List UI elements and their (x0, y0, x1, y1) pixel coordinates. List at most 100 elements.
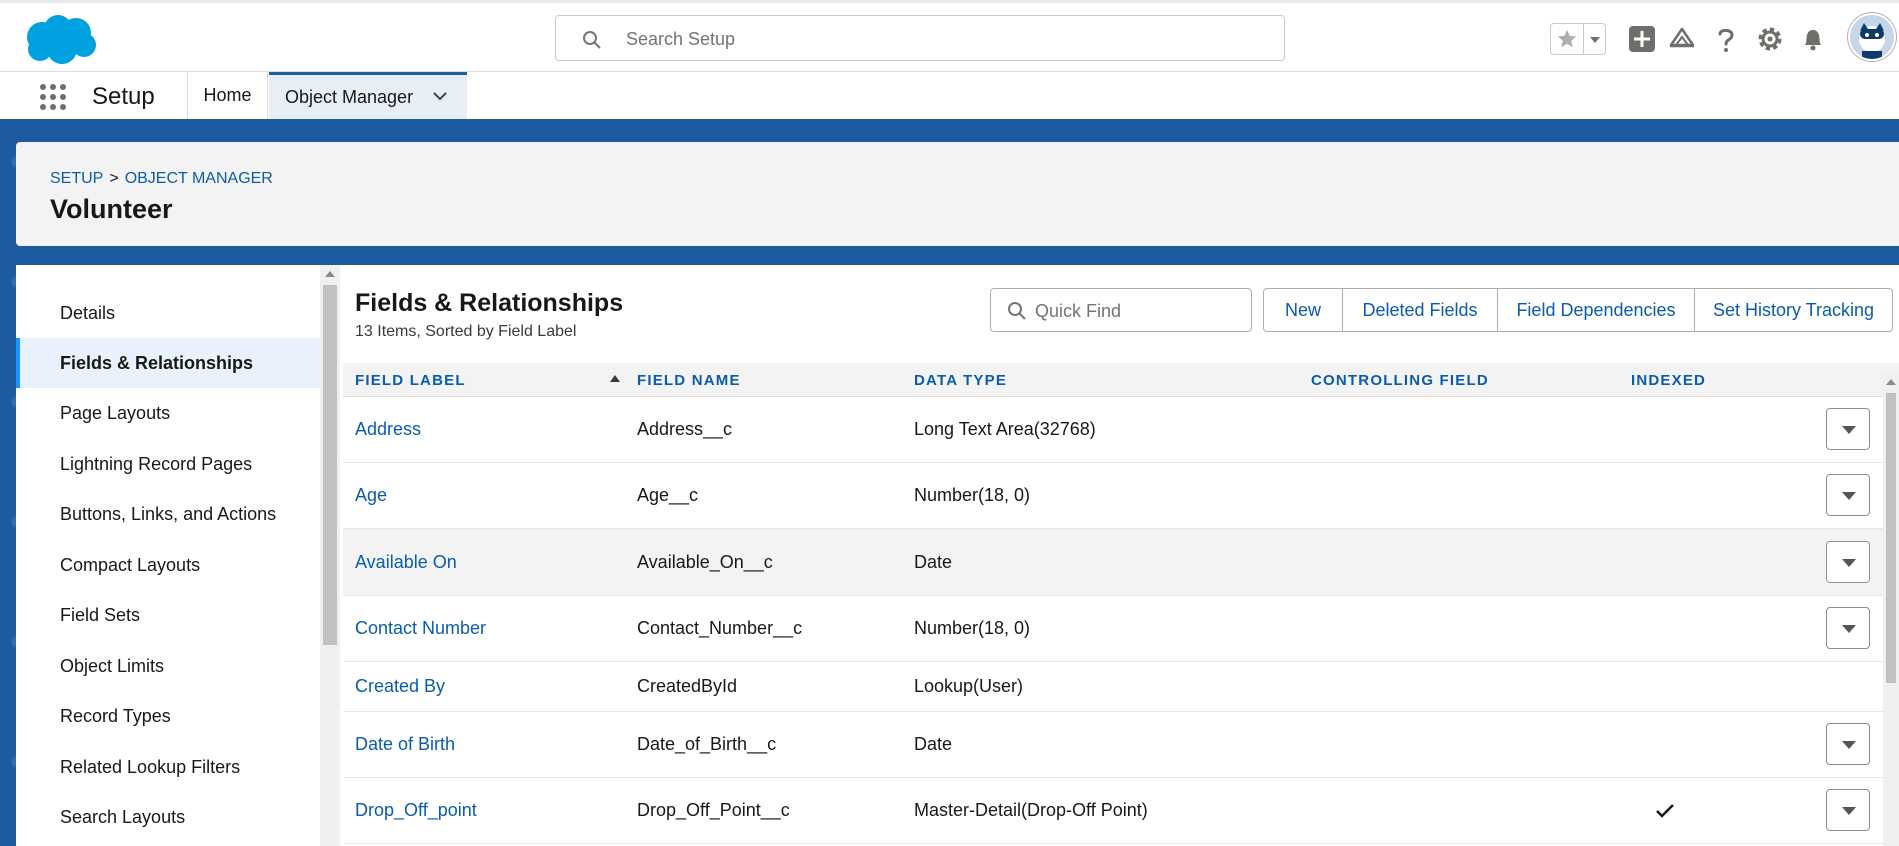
notifications-bell-icon[interactable] (1799, 25, 1827, 53)
table-row: Drop_Off_point Drop_Off_Point__c Master-… (343, 778, 1899, 844)
data-type-cell: Date (914, 734, 953, 754)
row-actions-button[interactable] (1826, 408, 1870, 450)
favorites-dropdown-icon[interactable] (1583, 24, 1605, 54)
table-scrollbar[interactable] (1883, 373, 1899, 846)
field-name-cell: Date_of_Birth__c (637, 734, 777, 754)
field-label-link[interactable]: Created By (355, 676, 445, 697)
chevron-down-icon (1842, 426, 1856, 434)
table-header: FIELD LABEL FIELD NAME DATA TYPE CONTROL… (343, 363, 1899, 397)
deleted-fields-button[interactable]: Deleted Fields (1343, 288, 1498, 332)
scroll-up-arrow-icon[interactable] (1886, 379, 1896, 385)
data-type-cell: Date (914, 552, 953, 572)
trailhead-icon[interactable] (1668, 25, 1696, 53)
field-label-link[interactable]: Address (355, 419, 421, 440)
fields-relationships-panel: Fields & Relationships 13 Items, Sorted … (343, 265, 1899, 846)
field-name-cell: CreatedById (637, 676, 738, 696)
chevron-down-icon (1842, 492, 1856, 500)
object-detail-content: Details Fields & Relationships Page Layo… (16, 265, 1899, 846)
sidebar-item-lightning-record-pages[interactable]: Lightning Record Pages (16, 439, 320, 489)
search-icon (1008, 302, 1026, 320)
field-label-link[interactable]: Age (355, 485, 387, 506)
page-title: Volunteer (50, 194, 173, 224)
sidebar-scrollbar[interactable] (320, 265, 340, 846)
help-icon[interactable] (1712, 25, 1740, 53)
sidebar-item-fields-relationships[interactable]: Fields & Relationships (16, 338, 320, 388)
global-header: Search Setup (0, 0, 1899, 72)
sidebar-item-buttons-links-actions[interactable]: Buttons, Links, and Actions (16, 489, 320, 539)
nav-tab-home[interactable]: Home (188, 72, 268, 119)
nav-tab-object-manager[interactable]: Object Manager (269, 72, 467, 119)
column-header-field-label[interactable]: FIELD LABEL (355, 372, 466, 389)
field-label-link[interactable]: Date of Birth (355, 734, 455, 755)
data-type-cell: Number(18, 0) (914, 485, 1031, 505)
chevron-down-icon (1842, 559, 1856, 567)
search-setup-field[interactable]: Search Setup (555, 15, 1285, 61)
favorites-button[interactable] (1550, 23, 1606, 55)
data-type-cell: Long Text Area(32768) (914, 419, 1096, 439)
user-avatar[interactable] (1848, 13, 1896, 61)
salesforce-cloud-logo[interactable] (20, 11, 100, 67)
row-actions-button[interactable] (1826, 541, 1870, 583)
global-actions-plus-icon[interactable] (1628, 25, 1656, 53)
field-label-link[interactable]: Contact Number (355, 618, 486, 639)
table-row: Date of Birth Date_of_Birth__c Date (343, 712, 1899, 778)
app-launcher-icon[interactable] (38, 82, 68, 112)
breadcrumb-separator: > (109, 170, 119, 187)
breadcrumb-object-manager-link[interactable]: OBJECT MANAGER (125, 170, 273, 187)
field-name-cell: Address__c (637, 419, 733, 439)
field-dependencies-button[interactable]: Field Dependencies (1498, 288, 1695, 332)
sidebar-item-compact-layouts[interactable]: Compact Layouts (16, 540, 320, 590)
table-scrollbar-thumb[interactable] (1886, 393, 1896, 683)
scroll-up-arrow-icon[interactable] (325, 271, 335, 277)
table-row: Available On Available_On__c Date (343, 529, 1899, 596)
column-header-controlling-field[interactable]: CONTROLLING FIELD (1311, 372, 1489, 389)
field-name-cell: Age__c (637, 485, 699, 505)
sidebar-item-field-sets[interactable]: Field Sets (16, 590, 320, 640)
field-label-link[interactable]: Drop_Off_point (355, 800, 477, 821)
chevron-down-icon (1842, 741, 1856, 749)
row-actions-button[interactable] (1826, 474, 1870, 516)
sort-ascending-icon[interactable] (610, 375, 620, 382)
column-header-indexed[interactable]: INDEXED (1631, 372, 1706, 389)
column-header-data-type[interactable]: DATA TYPE (914, 372, 1007, 389)
data-type-cell: Lookup(User) (914, 676, 1024, 696)
sidebar-item-record-types[interactable]: Record Types (16, 691, 320, 741)
set-history-tracking-button[interactable]: Set History Tracking (1695, 288, 1893, 332)
table-row: Created By CreatedById Lookup(User) (343, 662, 1899, 712)
chevron-down-icon (1842, 625, 1856, 633)
column-header-field-name[interactable]: FIELD NAME (637, 372, 741, 389)
field-label-link[interactable]: Available On (355, 552, 457, 573)
chevron-down-icon[interactable] (431, 87, 449, 105)
field-name-cell: Drop_Off_Point__c (637, 800, 790, 820)
search-icon (583, 31, 601, 49)
indexed-checkmark-icon (1656, 804, 1674, 818)
breadcrumb-setup-link[interactable]: SETUP (50, 170, 103, 187)
row-actions-button[interactable] (1826, 723, 1870, 765)
search-placeholder: Search Setup (626, 29, 736, 49)
sidebar-item-object-limits[interactable]: Object Limits (16, 641, 320, 691)
breadcrumb: SETUP > OBJECT MANAGER (50, 170, 273, 188)
data-type-cell: Number(18, 0) (914, 618, 1031, 638)
table-row: Age Age__c Number(18, 0) (343, 463, 1899, 529)
app-name: Setup (92, 83, 155, 110)
sidebar-scrollbar-thumb[interactable] (323, 285, 337, 645)
table-row: Address Address__c Long Text Area(32768) (343, 397, 1899, 463)
field-name-cell: Contact_Number__c (637, 618, 803, 638)
star-icon (1557, 29, 1577, 48)
row-actions-button[interactable] (1826, 607, 1870, 649)
sidebar-item-related-lookup-filters[interactable]: Related Lookup Filters (16, 742, 320, 792)
quick-find-input[interactable]: Quick Find (990, 288, 1252, 332)
row-actions-button[interactable] (1826, 789, 1870, 831)
setup-gear-icon[interactable] (1756, 25, 1784, 53)
chevron-down-icon (1842, 807, 1856, 815)
sidebar-item-search-layouts[interactable]: Search Layouts (16, 792, 320, 842)
data-type-cell: Master-Detail(Drop-Off Point) (914, 800, 1148, 820)
object-sidebar-nav: Details Fields & Relationships Page Layo… (16, 265, 320, 846)
sidebar-item-page-layouts[interactable]: Page Layouts (16, 388, 320, 438)
new-button[interactable]: New (1263, 288, 1343, 332)
quick-find-placeholder: Quick Find (1035, 301, 1122, 321)
section-subtitle: 13 Items, Sorted by Field Label (355, 323, 577, 340)
app-navigation-bar: Setup Home Object Manager (0, 72, 1899, 122)
action-button-group: New Deleted Fields Field Dependencies Se… (1263, 288, 1893, 332)
sidebar-item-details[interactable]: Details (16, 288, 320, 338)
